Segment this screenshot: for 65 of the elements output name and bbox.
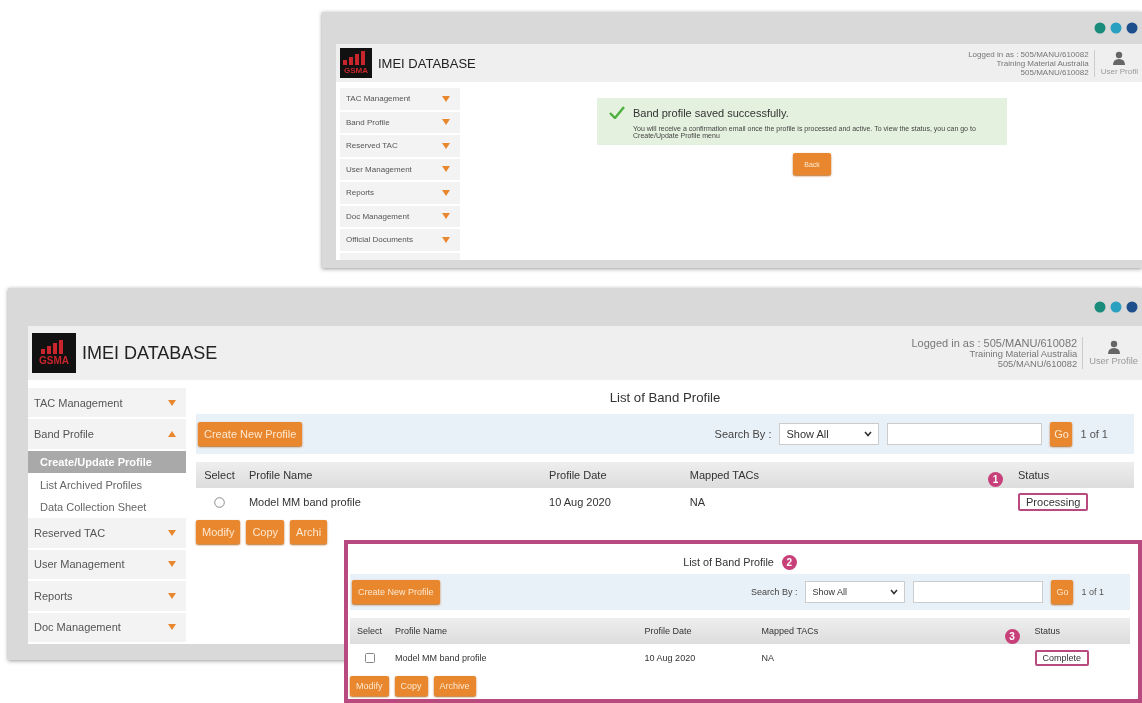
column-header: Mapped TACs [689,469,760,481]
sidebar-item[interactable]: TAC Management [28,388,186,420]
logo-text: GSMA [344,66,368,75]
search-field[interactable] [913,581,1044,603]
search-field[interactable] [887,423,1043,445]
organization-name: Training Material Australia [969,349,1078,359]
chevron-icon [864,431,873,437]
checkbox[interactable] [364,653,375,663]
app-title: IMEI DATABASE [82,342,218,364]
sidebar-item[interactable]: Doc Management [28,612,186,644]
page-info: 1 of 1 [1081,587,1104,597]
search-by-dropdown[interactable]: Show All [805,581,906,603]
callout-badge: 1 [988,472,1004,487]
callout-badge: 2 [781,554,797,570]
column-header: Status [1018,469,1050,481]
sidebar-item[interactable]: Doc Management [340,205,460,229]
person-icon [1113,50,1126,65]
sidebar-subitem[interactable]: List Archived Profiles [28,473,186,496]
callout-badge: 3 [1004,629,1020,644]
login-label: Logged in as : 505/MANU/610082 [968,49,1089,59]
user-id: 505/MANU/610082 [997,359,1078,369]
sidebar-subitem[interactable]: Data Collection Sheet [28,495,186,519]
status-label: Processing [1018,493,1089,511]
column-header: Mapped TACs [761,626,819,636]
message-title: Band profile saved successfully. [633,106,789,119]
sidebar-item[interactable]: Reports [28,581,186,613]
status-label: Complete [1034,650,1090,666]
list-title: List of Band Profile [683,556,774,568]
window-dots-icon [1094,301,1138,313]
logo-text: GSMA [39,355,69,366]
table-cell: NA [761,653,775,663]
column-header: Profile Name [248,469,313,481]
column-header: Profile Name [395,626,448,636]
window-dots-icon [1094,22,1138,34]
login-label: Logged in as : 505/MANU/610082 [911,337,1078,349]
column-header: Profile Date [644,626,692,636]
search-label: Search By : [750,587,798,597]
table-cell: 10 Aug 2020 [549,496,611,508]
table-cell: Model MM band profile [395,653,487,663]
sidebar-item[interactable]: User Management [340,158,460,182]
column-header: Profile Date [549,469,607,481]
sidebar-item[interactable]: Band Profile [340,111,460,135]
user-id: 505/MANU/610082 [1020,67,1089,77]
organization-name: Training Material Australia [996,58,1089,68]
app-title: IMEI DATABASE [378,55,476,71]
column-header: Status [1034,626,1061,636]
sidebar-item[interactable]: TAC Management [340,88,460,112]
search-label: Search By : [714,428,772,440]
sidebar-item[interactable]: Official Documents [340,229,460,253]
column-header: Select [357,626,382,636]
table-cell: NA [689,496,705,508]
person-icon [1107,340,1120,354]
sidebar-item[interactable]: Reports [340,182,460,206]
chevron-icon [890,589,899,595]
page-info: 1 of 1 [1080,428,1108,440]
table-cell: Model MM band profile [248,496,361,508]
list-title: List of Band Profile [609,389,721,405]
search-by-dropdown[interactable]: Show All [779,423,880,445]
sidebar-item[interactable]: Reserved TAC [28,518,186,550]
check-icon [609,106,625,119]
radio-button[interactable] [213,496,225,508]
sidebar-item[interactable]: Reserved TAC [340,135,460,159]
sidebar-item[interactable]: User Management [28,549,186,582]
table-cell: 10 Aug 2020 [644,653,696,663]
column-header: Select [204,469,235,481]
